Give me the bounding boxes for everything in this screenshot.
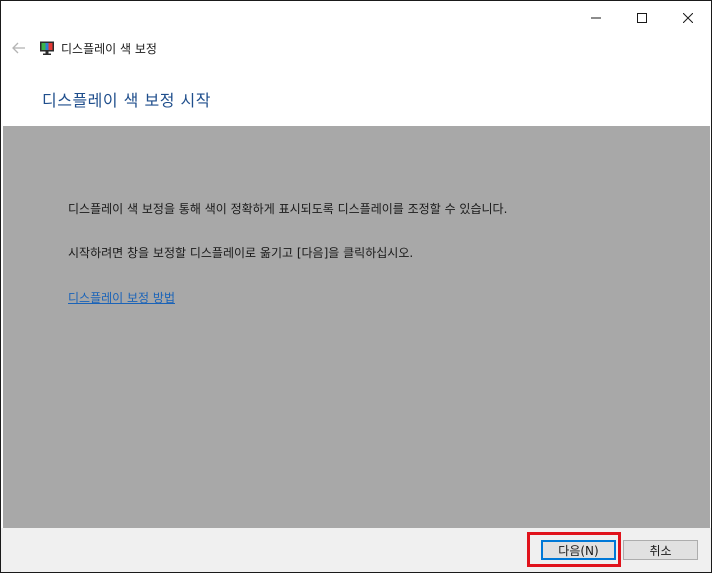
next-button[interactable]: 다음(N)	[541, 540, 616, 560]
back-button[interactable]	[3, 35, 35, 61]
maximize-icon	[637, 13, 647, 23]
cancel-button[interactable]: 취소	[623, 540, 698, 560]
maximize-button[interactable]	[619, 1, 665, 35]
minimize-button[interactable]	[573, 1, 619, 35]
close-icon	[683, 13, 693, 23]
minimize-icon	[591, 17, 601, 19]
content-area: 디스플레이 색 보정을 통해 색이 정확하게 표시되도록 디스플레이를 조정할 …	[3, 126, 710, 528]
window-title: 디스플레이 색 보정	[61, 41, 157, 56]
description-text: 디스플레이 색 보정을 통해 색이 정확하게 표시되도록 디스플레이를 조정할 …	[68, 202, 508, 216]
page-title: 디스플레이 색 보정 시작	[42, 91, 211, 110]
close-button[interactable]	[665, 1, 711, 35]
navigation-bar: 디스플레이 색 보정	[1, 35, 157, 61]
back-arrow-icon	[12, 42, 25, 54]
footer-bar: 다음(N) 취소	[1, 528, 711, 572]
calibration-help-link[interactable]: 디스플레이 보정 방법	[68, 289, 175, 306]
instruction-text: 시작하려면 창을 보정할 디스플레이로 옮기고 [다음]을 클릭하십시오.	[68, 246, 414, 260]
calibration-window: 디스플레이 색 보정 디스플레이 색 보정 시작 디스플레이 색 보정을 통해 …	[0, 0, 712, 573]
caption-buttons	[573, 1, 711, 35]
display-icon	[40, 41, 54, 55]
